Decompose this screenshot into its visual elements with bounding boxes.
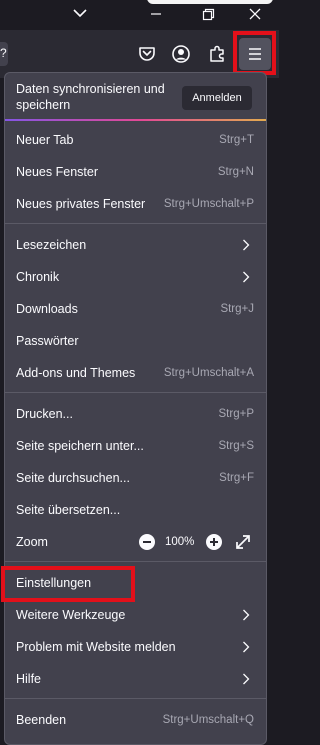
menu-item-shortcut: Strg+S: [218, 440, 254, 452]
menu-item-label: Hilfe: [16, 672, 42, 686]
menu-item-bookmarks[interactable]: Lesezeichen: [5, 229, 266, 261]
menu-item-label: Einstellungen: [16, 576, 92, 590]
pocket-button[interactable]: [133, 40, 161, 68]
chevron-right-icon: [243, 641, 250, 653]
chevron-right-icon: [243, 673, 250, 685]
menu-item-label: Add-ons und Themes: [16, 366, 136, 380]
menu-item-shortcut: Strg+J: [220, 303, 254, 315]
menu-item-report-site[interactable]: Problem mit Website melden: [5, 631, 266, 663]
account-icon: [172, 45, 190, 63]
menu-item-help[interactable]: Hilfe: [5, 663, 266, 695]
menu-item-shortcut: Strg+T: [219, 134, 254, 146]
menu-item-label: Seite speichern unter...: [16, 439, 144, 453]
close-icon: [249, 8, 261, 20]
menu-item-shortcut: Strg+P: [218, 408, 254, 420]
zoom-out-button[interactable]: [139, 534, 155, 550]
menu-item-label: Seite übersetzen...: [16, 503, 121, 517]
menu-item-label: Neues privates Fenster: [16, 197, 146, 211]
sync-prompt-text: Daten synchronisieren und speichern: [16, 82, 165, 112]
zoom-label: Zoom: [16, 535, 48, 549]
url-bar-edge-text: ?: [0, 46, 7, 60]
menu-item-label: Passwörter: [16, 334, 79, 348]
menu-item-save-page[interactable]: Seite speichern unter... Strg+S: [5, 430, 266, 462]
menu-item-history[interactable]: Chronik: [5, 261, 266, 293]
menu-item-shortcut: Strg+N: [217, 166, 254, 178]
list-all-tabs-button[interactable]: [70, 4, 90, 22]
menu-item-downloads[interactable]: Downloads Strg+J: [5, 293, 266, 325]
url-bar-edge[interactable]: ?: [0, 42, 8, 66]
menu-item-new-window[interactable]: Neues Fenster Strg+N: [5, 156, 266, 188]
hamburger-menu-icon: [249, 48, 261, 60]
menu-item-label: Drucken...: [16, 407, 73, 421]
menu-item-label: Weitere Werkzeuge: [16, 608, 126, 622]
menu-item-settings[interactable]: Einstellungen: [5, 567, 266, 599]
restore-window-icon: [202, 8, 215, 21]
menu-item-passwords[interactable]: Passwörter: [5, 325, 266, 357]
menu-item-label: Neuer Tab: [16, 133, 74, 147]
menu-separator: [5, 223, 266, 224]
navigation-toolbar: ?: [0, 30, 279, 78]
menu-item-quit[interactable]: Beenden Strg+Umschalt+Q: [5, 704, 266, 736]
menu-item-label: Neues Fenster: [16, 165, 98, 179]
menu-item-print[interactable]: Drucken... Strg+P: [5, 398, 266, 430]
fullscreen-button[interactable]: [234, 533, 252, 551]
menu-item-addons[interactable]: Add-ons und Themes Strg+Umschalt+A: [5, 357, 266, 389]
pocket-icon: [139, 47, 155, 61]
chevron-right-icon: [243, 609, 250, 621]
chevron-down-icon: [73, 9, 87, 18]
menu-item-label: Downloads: [16, 302, 78, 316]
account-button[interactable]: [167, 40, 195, 68]
sync-separator: [5, 119, 266, 121]
menu-item-shortcut: Strg+F: [219, 472, 254, 484]
extensions-icon: [210, 45, 224, 62]
title-bar: [0, 0, 279, 30]
menu-item-zoom: Zoom 100%: [5, 526, 266, 558]
extensions-button[interactable]: [203, 40, 231, 68]
menu-item-find-in-page[interactable]: Seite durchsuchen... Strg+F: [5, 462, 266, 494]
menu-item-shortcut: Strg+Umschalt+Q: [162, 714, 254, 726]
zoom-in-button[interactable]: [206, 534, 222, 550]
minimize-button[interactable]: [144, 3, 168, 25]
menu-separator: [5, 392, 266, 393]
restore-button[interactable]: [196, 3, 220, 25]
menu-item-label: Beenden: [16, 713, 67, 727]
chevron-right-icon: [243, 271, 250, 283]
minimize-icon: [151, 13, 161, 15]
menu-item-translate[interactable]: Seite übersetzen...: [5, 494, 266, 526]
menu-item-new-tab[interactable]: Neuer Tab Strg+T: [5, 124, 266, 156]
menu-separator: [5, 561, 266, 562]
menu-item-shortcut: Strg+Umschalt+P: [163, 198, 254, 210]
menu-item-label: Problem mit Website melden: [16, 640, 176, 654]
close-window-button[interactable]: [243, 3, 267, 25]
menu-item-more-tools[interactable]: Weitere Werkzeuge: [5, 599, 266, 631]
zoom-reset-button[interactable]: 100%: [165, 535, 194, 549]
menu-item-label: Chronik: [16, 270, 60, 284]
hamburger-menu-button[interactable]: [239, 38, 271, 70]
menu-separator: [5, 698, 266, 699]
chevron-right-icon: [243, 239, 250, 251]
menu-item-shortcut: Strg+Umschalt+A: [163, 367, 254, 379]
menu-item-label: Seite durchsuchen...: [16, 471, 130, 485]
menu-item-label: Lesezeichen: [16, 238, 87, 252]
menu-item-private-window[interactable]: Neues privates Fenster Strg+Umschalt+P: [5, 188, 266, 220]
app-menu-panel: Daten synchronisieren und speichern Anme…: [4, 72, 267, 745]
sign-in-button[interactable]: Anmelden: [182, 86, 252, 110]
fullscreen-icon: [236, 535, 250, 549]
